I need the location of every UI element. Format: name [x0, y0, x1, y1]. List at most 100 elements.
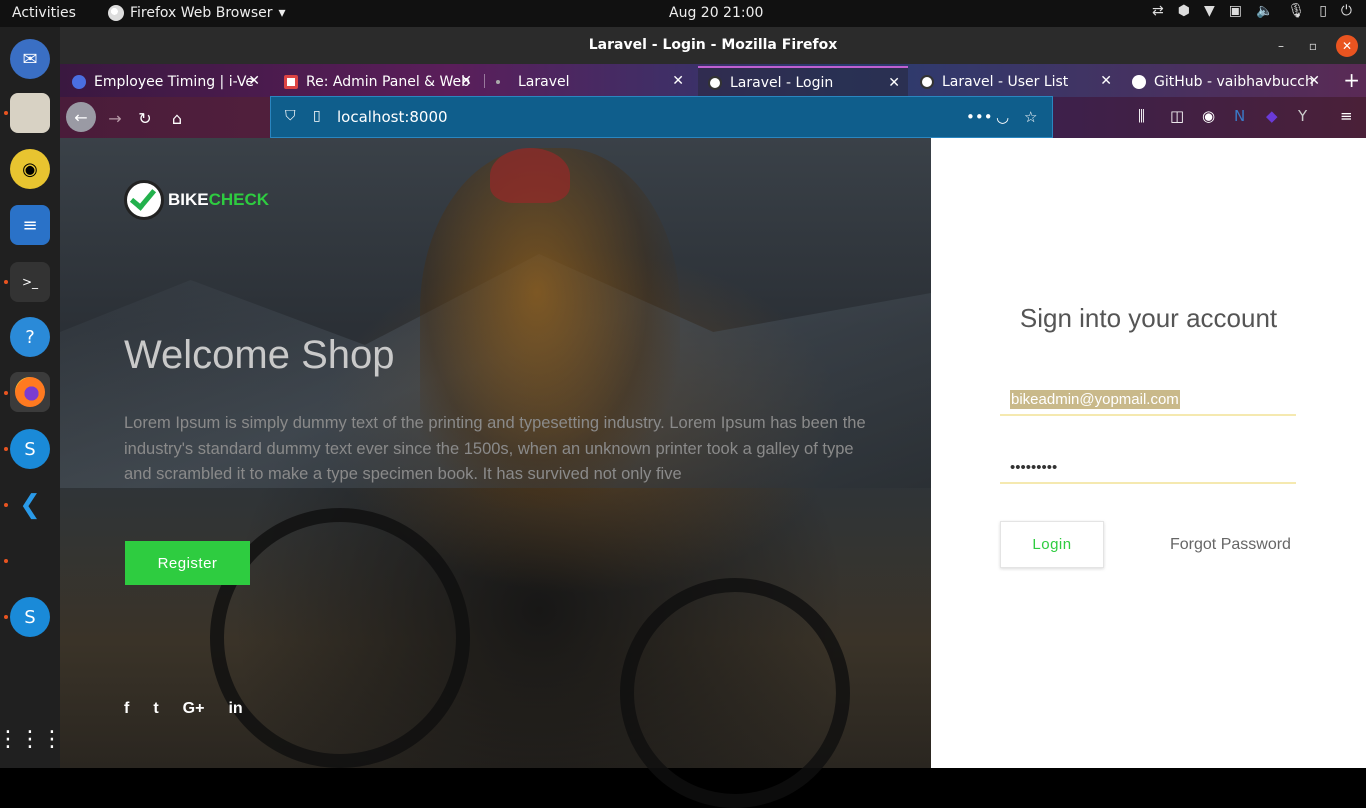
minimize-icon[interactable]: –: [1270, 35, 1292, 57]
url-bar[interactable]: ⛉ ▯ localhost:8000 ••• ◡ ☆: [270, 96, 1053, 138]
rhythmbox-icon[interactable]: ◉: [10, 149, 50, 189]
logo-text-bike: BIKE: [168, 190, 209, 209]
system-top-bar: Activities Firefox Web Browser ▾ Aug 20 …: [0, 0, 1366, 27]
vpn-icon[interactable]: ▣: [1229, 3, 1242, 19]
shield-icon[interactable]: ⛉: [285, 108, 296, 124]
show-apps-icon[interactable]: ⋮⋮⋮: [0, 719, 63, 759]
login-button[interactable]: Login: [1000, 521, 1104, 568]
tab-employee-timing[interactable]: Employee Timing | i-Ve ✕: [62, 66, 268, 97]
sidebar-icon[interactable]: ◫: [1170, 107, 1184, 125]
nav-toolbar: ← → ↻ ⌂ ⛉ ▯ localhost:8000 ••• ◡ ☆ ⫼ ◫ ◉…: [60, 96, 1366, 138]
facebook-icon[interactable]: f: [124, 700, 129, 718]
checkmark-icon: [124, 180, 164, 220]
window-title: Laravel - Login - Mozilla Firefox: [588, 37, 838, 53]
page-actions-icon[interactable]: •••: [966, 108, 993, 126]
skype-icon[interactable]: S: [10, 429, 50, 469]
dock: ✉ ◉ ≡ >_ ? S ❮ S ⋮⋮⋮: [0, 27, 63, 768]
linkedin-icon[interactable]: in: [228, 700, 242, 718]
logo-text-check: CHECK: [208, 190, 270, 209]
bikecheck-logo[interactable]: BIKE CHECK: [124, 180, 269, 220]
extension-cube-icon[interactable]: ◆: [1266, 107, 1278, 125]
forgot-password-link[interactable]: Forgot Password: [1170, 536, 1291, 554]
tab-laravel-user-list[interactable]: Laravel - User List ✕: [910, 66, 1120, 97]
system-tray[interactable]: ⇄ ⬢ ▼ ▣ 🔈 🎙 ▯ ⏻: [1152, 3, 1352, 19]
close-icon[interactable]: ✕: [888, 75, 900, 91]
back-icon[interactable]: ←: [66, 102, 96, 132]
battery-icon[interactable]: ▯: [1319, 3, 1327, 19]
tab-label: Re: Admin Panel & Web: [306, 73, 471, 90]
close-icon[interactable]: ✕: [460, 73, 472, 89]
page-icon[interactable]: ▯: [313, 108, 321, 124]
close-icon[interactable]: ✕: [1308, 73, 1320, 89]
tab-laravel[interactable]: Laravel ✕: [486, 66, 692, 97]
bikecheck-icon: [920, 74, 934, 89]
volume-icon[interactable]: 🔈: [1256, 3, 1273, 19]
register-button[interactable]: Register: [125, 541, 250, 585]
extension-n-icon[interactable]: N: [1234, 107, 1245, 125]
tab-github[interactable]: GitHub - vaibhavbucch ✕: [1122, 66, 1328, 97]
terminal-icon[interactable]: >_: [10, 262, 50, 302]
microphone-icon[interactable]: 🎙: [1287, 3, 1305, 19]
reload-icon[interactable]: ↻: [132, 105, 158, 131]
power-icon[interactable]: ⏻: [1341, 3, 1352, 19]
running-indicator: [4, 503, 8, 507]
bookmark-star-icon[interactable]: ☆: [1024, 108, 1037, 126]
close-icon[interactable]: ✕: [672, 73, 684, 89]
firefox-icon: [108, 5, 124, 21]
app-menu[interactable]: Firefox Web Browser ▾: [108, 5, 286, 21]
tab-label: Laravel: [518, 73, 570, 90]
tab-label: Laravel - Login: [730, 74, 834, 91]
thunderbird-icon[interactable]: ✉: [10, 39, 50, 79]
hero-description: Lorem Ipsum is simply dummy text of the …: [124, 414, 866, 483]
url-text[interactable]: localhost:8000: [337, 108, 448, 126]
maximize-icon[interactable]: ▫: [1302, 35, 1324, 57]
app-menu-label: Firefox Web Browser: [130, 5, 273, 21]
menu-icon[interactable]: ≡: [1340, 107, 1353, 125]
hero-panel: BIKE CHECK Welcome Shop Lorem Ipsum is si…: [60, 138, 931, 808]
bikecheck-icon: [708, 75, 722, 90]
clock[interactable]: Aug 20 21:00: [669, 5, 763, 21]
twitter-icon[interactable]: t: [153, 700, 158, 718]
wifi-icon[interactable]: ▼: [1204, 3, 1215, 19]
close-icon[interactable]: ✕: [1100, 73, 1112, 89]
skype-icon[interactable]: S: [10, 597, 50, 637]
new-tab-icon[interactable]: +: [1343, 68, 1360, 92]
help-icon[interactable]: ?: [10, 317, 50, 357]
running-indicator: [4, 615, 8, 619]
forward-icon[interactable]: →: [102, 105, 128, 131]
gmail-icon: [284, 74, 298, 89]
login-title: Sign into your account: [1019, 303, 1278, 333]
password-value: •••••••••: [1010, 458, 1058, 476]
google-plus-icon[interactable]: G+: [183, 700, 205, 718]
firefox-icon: [72, 74, 86, 89]
tab-laravel-login[interactable]: Laravel - Login ✕: [698, 66, 908, 97]
update-icon[interactable]: ⬢: [1178, 3, 1190, 19]
tab-label: Laravel - User List: [942, 73, 1069, 90]
firefox-icon[interactable]: [10, 372, 50, 412]
writer-icon[interactable]: ≡: [10, 205, 50, 245]
running-indicator: [4, 391, 8, 395]
close-icon[interactable]: ✕: [1336, 35, 1358, 57]
account-icon[interactable]: ◉: [1202, 107, 1215, 125]
pocket-icon[interactable]: ◡: [996, 108, 1009, 126]
hero-title: Welcome Shop: [124, 333, 395, 377]
home-icon[interactable]: ⌂: [164, 105, 190, 131]
close-icon[interactable]: ✕: [248, 73, 260, 89]
extension-y-icon[interactable]: Y: [1298, 107, 1307, 125]
files-icon[interactable]: [10, 93, 50, 133]
email-field[interactable]: bikeadmin@yopmail.com: [1000, 384, 1296, 416]
bike-wheel-image: [620, 578, 850, 808]
vscode-icon[interactable]: ❮: [10, 485, 50, 525]
window-titlebar: Laravel - Login - Mozilla Firefox – ▫ ✕: [60, 27, 1366, 64]
tab-label: Employee Timing | i-Ve: [94, 73, 254, 90]
teamviewer-icon[interactable]: ⇄: [1152, 3, 1164, 19]
chevron-down-icon: ▾: [278, 5, 286, 21]
password-field[interactable]: •••••••••: [1000, 452, 1296, 484]
tab-admin-panel[interactable]: Re: Admin Panel & Web ✕: [274, 66, 480, 97]
running-indicator: [4, 280, 8, 284]
email-value: bikeadmin@yopmail.com: [1010, 389, 1180, 409]
library-icon[interactable]: ⫼: [1138, 107, 1145, 125]
activities-button[interactable]: Activities: [12, 5, 76, 21]
github-icon: [1132, 74, 1146, 89]
dot-icon: [496, 79, 500, 84]
